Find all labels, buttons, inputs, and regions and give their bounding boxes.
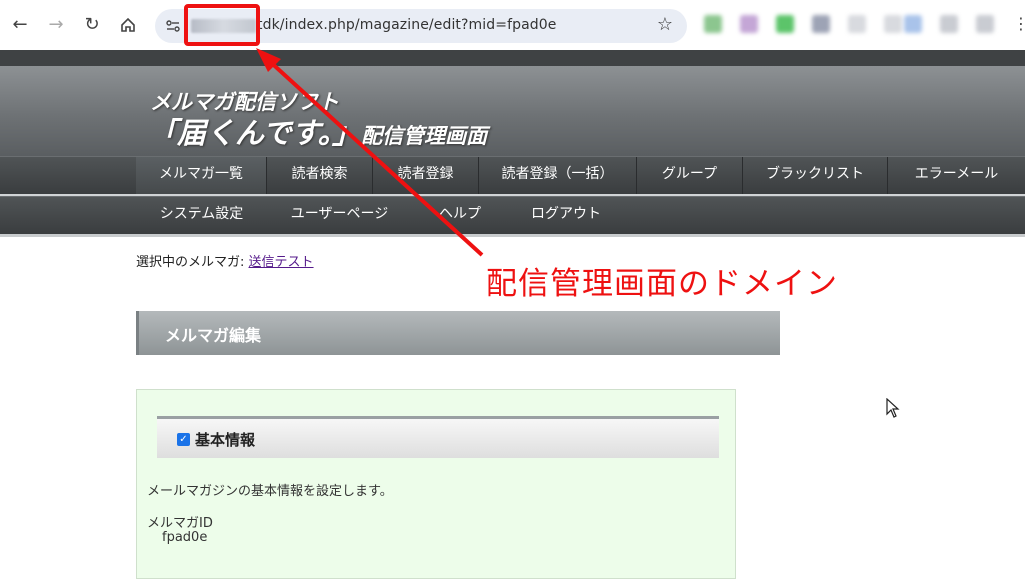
- nav-magazine-list[interactable]: メルマガ一覧: [136, 157, 267, 195]
- extension-icon[interactable]: [940, 15, 958, 33]
- app-title: 「届くんです。」配信管理画面: [148, 110, 487, 152]
- extension-icon[interactable]: [884, 15, 902, 33]
- reload-icon[interactable]: ↻: [80, 13, 104, 37]
- nav-error-mail[interactable]: エラーメール: [888, 157, 1025, 195]
- magazine-id-value: fpad0e: [162, 530, 208, 545]
- forward-icon[interactable]: →: [44, 13, 68, 37]
- main-nav-row-2: システム設定 ユーザーページ ヘルプ ログアウト: [0, 196, 1025, 234]
- url-text: tdk/index.php/magazine/edit?mid=fpad0e: [257, 17, 557, 33]
- section-header: メルマガ編集: [136, 311, 780, 355]
- nav-user-page[interactable]: ユーザーページ: [267, 197, 412, 235]
- nav-reader-register[interactable]: 読者登録: [373, 157, 479, 195]
- selected-magazine-link[interactable]: 送信テスト: [249, 255, 314, 270]
- section-description: メールマガジンの基本情報を設定します。: [147, 484, 393, 499]
- site-info-icon[interactable]: [165, 18, 181, 34]
- extension-icon[interactable]: [904, 15, 922, 33]
- extension-icon[interactable]: [848, 15, 866, 33]
- extension-icon[interactable]: [976, 15, 994, 33]
- nav-reader-search[interactable]: 読者検索: [267, 157, 373, 195]
- annotation-callout: 配信管理画面のドメイン: [486, 266, 838, 302]
- nav-group[interactable]: グループ: [637, 157, 743, 195]
- subsection-header[interactable]: ✓ 基本情報: [157, 416, 719, 458]
- magazine-id-label: メルマガID: [147, 516, 213, 531]
- app-title-main: 「届くんです。」: [148, 116, 362, 150]
- nav-logout[interactable]: ログアウト: [508, 197, 624, 235]
- back-icon[interactable]: ←: [8, 13, 32, 37]
- app-top-strip: [0, 50, 1025, 66]
- menu-kebab-icon[interactable]: ⋮: [1013, 14, 1025, 33]
- browser-toolbar: ← → ↻ tdk/index.php/magazine/edit?mid=fp…: [0, 0, 1025, 50]
- nav-bulk-register[interactable]: 読者登録（一括）: [479, 157, 637, 195]
- nav-bottom-border: [0, 234, 1025, 237]
- app-title-sub: 配信管理画面: [361, 124, 488, 148]
- extension-icon[interactable]: [704, 15, 722, 33]
- section-title: メルマガ編集: [165, 326, 262, 345]
- home-icon[interactable]: [116, 13, 140, 37]
- bookmark-star-icon[interactable]: ☆: [657, 14, 673, 35]
- mouse-cursor-icon: [886, 398, 900, 418]
- subsection-checkbox[interactable]: ✓: [177, 433, 190, 446]
- selected-magazine: 選択中のメルマガ: 送信テスト: [136, 251, 314, 270]
- nav-help[interactable]: ヘルプ: [412, 197, 508, 235]
- extension-icon[interactable]: [776, 15, 794, 33]
- selected-magazine-label: 選択中のメルマガ:: [136, 255, 245, 270]
- nav-blacklist[interactable]: ブラックリスト: [743, 157, 888, 195]
- main-nav-row-1: メルマガ一覧 読者検索 読者登録 読者登録（一括） グループ ブラックリスト エ…: [0, 156, 1025, 195]
- nav-system-settings[interactable]: システム設定: [136, 197, 267, 235]
- domain-highlight-box: [184, 4, 260, 46]
- basic-info-panel: ✓ 基本情報 メールマガジンの基本情報を設定します。 メルマガID fpad0e: [136, 389, 736, 579]
- extension-icon[interactable]: [812, 15, 830, 33]
- extension-icon[interactable]: [740, 15, 758, 33]
- app-banner: メルマガ配信ソフト 「届くんです。」配信管理画面: [0, 66, 1025, 156]
- subsection-title: 基本情報: [195, 431, 256, 449]
